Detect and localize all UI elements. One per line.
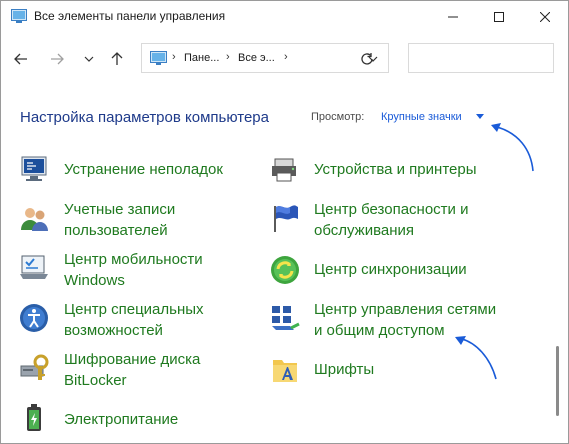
item-troubleshooting-label[interactable]: Устранение неполадок xyxy=(64,159,223,180)
title-bar[interactable]: Все элементы панели управления xyxy=(1,1,568,33)
security-flag-icon xyxy=(274,205,298,232)
network-center-icon xyxy=(272,306,300,330)
item-ease-of-access[interactable] xyxy=(18,302,50,334)
vertical-scrollbar-thumb[interactable] xyxy=(556,346,559,416)
fonts-folder-icon xyxy=(273,360,297,382)
control-panel-window: Все элементы панели управления › Пане...… xyxy=(0,0,569,444)
breadcrumb-separator-icon: › xyxy=(284,51,288,63)
item-user-accounts[interactable] xyxy=(18,202,50,234)
breadcrumb-control-panel[interactable]: Пане... xyxy=(184,52,219,64)
arrow-left-icon xyxy=(14,53,27,65)
user-accounts-icon xyxy=(21,208,48,231)
troubleshooting-icon xyxy=(21,156,47,181)
devices-printers-icon xyxy=(272,158,296,182)
item-mobility-center-label[interactable]: Центр мобильности Windows xyxy=(64,249,203,291)
item-user-accounts-label[interactable]: Учетные записи пользователей xyxy=(64,199,175,241)
search-input[interactable] xyxy=(408,43,554,73)
maximize-icon xyxy=(494,12,504,22)
control-panel-icon xyxy=(150,51,167,65)
back-button[interactable] xyxy=(9,47,33,71)
address-bar[interactable]: › Пане... › Все э... › xyxy=(141,43,389,73)
control-panel-icon xyxy=(11,9,27,23)
caret-down-icon[interactable] xyxy=(476,114,484,119)
item-devices-printers[interactable] xyxy=(269,153,301,185)
chevron-down-icon xyxy=(84,56,94,62)
item-sync-center[interactable] xyxy=(269,254,301,286)
item-fonts[interactable] xyxy=(269,354,301,386)
minimize-button[interactable] xyxy=(430,1,476,33)
breadcrumb-separator-icon: › xyxy=(172,51,176,63)
recent-locations-button[interactable] xyxy=(77,47,101,71)
item-network-center[interactable] xyxy=(269,302,301,334)
window-title: Все элементы панели управления xyxy=(34,9,226,23)
item-security-maintenance-label[interactable]: Центр безопасности и обслуживания xyxy=(314,199,468,241)
item-bitlocker-label[interactable]: Шифрование диска BitLocker xyxy=(64,349,200,391)
mobility-center-icon xyxy=(20,255,48,279)
bitlocker-icon xyxy=(20,354,49,380)
view-by-dropdown[interactable]: Крупные значки xyxy=(381,111,462,123)
arrow-up-icon xyxy=(111,52,123,65)
item-ease-of-access-label[interactable]: Центр специальных возможностей xyxy=(64,299,204,341)
breadcrumb-separator-icon: › xyxy=(226,51,230,63)
item-mobility-center[interactable] xyxy=(18,252,50,284)
sync-center-icon xyxy=(271,256,299,284)
close-icon xyxy=(540,12,550,22)
maximize-button[interactable] xyxy=(476,1,522,33)
item-devices-printers-label[interactable]: Устройства и принтеры xyxy=(314,159,476,180)
refresh-button[interactable] xyxy=(356,48,378,70)
arrow-right-icon xyxy=(51,53,64,65)
minimize-icon xyxy=(448,16,458,18)
item-fonts-label[interactable]: Шрифты xyxy=(314,359,374,380)
ease-of-access-icon xyxy=(20,304,48,332)
breadcrumb-all-items[interactable]: Все э... xyxy=(238,52,275,64)
item-power-options[interactable] xyxy=(18,401,50,433)
item-power-options-label[interactable]: Электропитание xyxy=(64,409,178,430)
up-button[interactable] xyxy=(105,47,129,71)
item-network-center-label[interactable]: Центр управления сетями и общим доступом xyxy=(314,299,496,341)
power-options-icon xyxy=(27,404,41,431)
item-bitlocker[interactable] xyxy=(18,352,50,384)
forward-button[interactable] xyxy=(45,47,69,71)
view-by-label: Просмотр: xyxy=(311,111,365,123)
item-sync-center-label[interactable]: Центр синхронизации xyxy=(314,259,467,280)
close-button[interactable] xyxy=(522,1,568,33)
item-security-maintenance[interactable] xyxy=(269,202,301,234)
refresh-icon xyxy=(361,53,373,65)
annotation-arrow-icon xyxy=(491,123,534,172)
navigation-bar: › Пане... › Все э... › xyxy=(1,39,568,79)
page-title: Настройка параметров компьютера xyxy=(20,109,269,126)
item-troubleshooting[interactable] xyxy=(18,153,50,185)
